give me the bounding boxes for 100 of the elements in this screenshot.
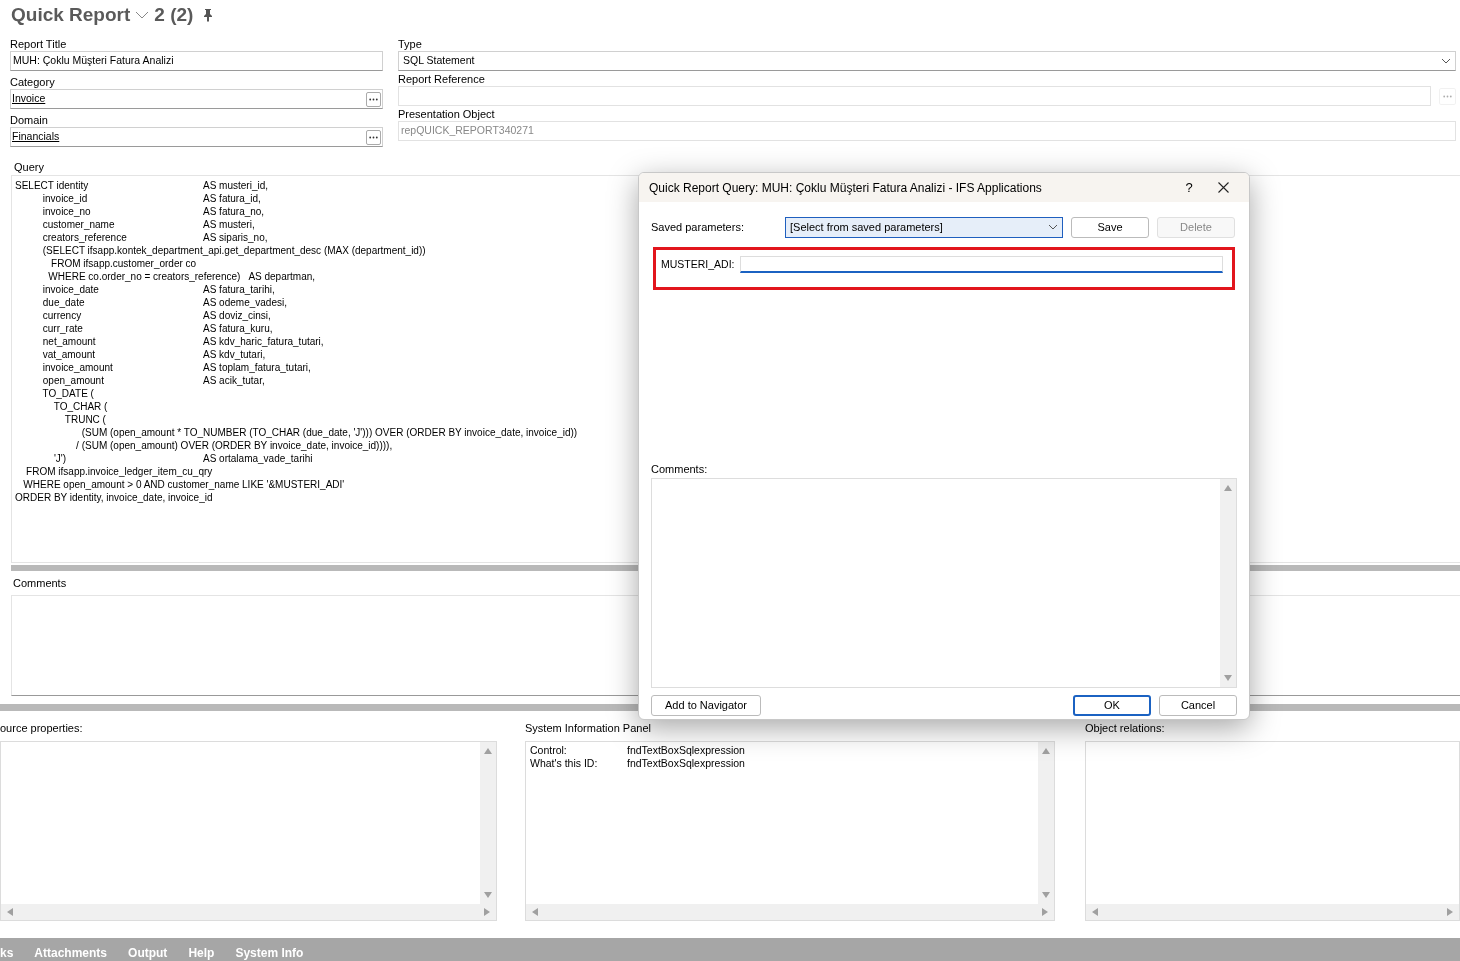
scroll-right-icon[interactable] — [1042, 908, 1048, 916]
close-icon[interactable] — [1218, 182, 1229, 193]
chevron-down-icon — [1441, 58, 1451, 64]
code-text: AS fatura_tarihi, — [203, 283, 275, 296]
ellipsis-icon — [369, 135, 378, 139]
code-text: (SUM (open_amount * TO_NUMBER (TO_CHAR (due_date, 'J'))) OVER (ORDER BY invoice_date, invoice_id)) — [80, 426, 578, 439]
scroll-up-icon[interactable] — [1042, 748, 1050, 754]
scroll-right-icon[interactable] — [484, 908, 490, 916]
comments-label: Comments: — [650, 462, 709, 476]
panel-label: Object relations: — [1085, 721, 1166, 736]
scrollbar[interactable] — [1086, 904, 1459, 920]
lookup-field[interactable]: Invoice — [10, 89, 383, 109]
info-key: Control: — [530, 744, 627, 757]
code-text: customer_name — [41, 218, 116, 231]
code-text: WHERE co.order_no = creators_reference) — [47, 270, 241, 283]
ellipsis-icon — [1443, 94, 1452, 98]
code-text: / (SUM (open_amount) OVER (ORDER BY invoice_date, invoice_id)))), — [75, 439, 393, 452]
field-label: Report Reference — [398, 72, 486, 86]
info-value: fndTextBoxSqlexpression — [627, 757, 745, 770]
dialog-button[interactable]: OK — [1073, 695, 1151, 716]
info-value: fndTextBoxSqlexpression — [627, 744, 745, 757]
code-text: AS fatura_kuru, — [203, 322, 273, 335]
code-text: AS musteri_id, — [203, 179, 269, 192]
scrollbar[interactable] — [1, 904, 496, 920]
info-key: What's this ID: — [530, 757, 627, 770]
type-dropdown[interactable]: SQL Statement — [398, 51, 1456, 71]
code-text: FROM ifsapp.invoice_ledger_item_cu_qry — [25, 465, 213, 478]
panel-label: System Information Panel — [525, 721, 652, 736]
ellipsis-icon — [369, 97, 378, 101]
code-text: AS fatura_id, — [203, 192, 261, 205]
pin-icon[interactable] — [202, 8, 215, 22]
comments-label: Comments — [12, 576, 68, 591]
code-text: FROM ifsapp.customer_order co — [50, 257, 197, 270]
scroll-left-icon[interactable] — [1092, 908, 1098, 916]
field-label: Category — [10, 75, 56, 89]
code-text: AS doviz_cinsi, — [203, 309, 271, 322]
record-count: 2 (2) — [154, 2, 194, 27]
code-text: AS musteri, — [203, 218, 255, 231]
parameter-field[interactable] — [739, 256, 1223, 273]
saved-parameters-label: Saved parameters: — [651, 219, 745, 235]
code-text: TRUNC ( — [63, 413, 107, 426]
scroll-down-icon[interactable] — [484, 892, 492, 898]
panel-label: ource properties: — [0, 721, 84, 736]
code-text: AS kdv_tutari, — [203, 348, 266, 361]
scrollbar[interactable] — [1038, 742, 1054, 904]
code-text: AS acik_tutar, — [203, 374, 265, 387]
field-label: Type — [398, 37, 423, 51]
scrollbar[interactable] — [480, 742, 496, 904]
code-text: invoice_date — [41, 283, 100, 296]
scrollbar[interactable] — [526, 904, 1054, 920]
code-text: AS odeme_vadesi, — [203, 296, 287, 309]
scroll-left-icon[interactable] — [532, 908, 538, 916]
code-text: AS toplam_fatura_tutari, — [203, 361, 311, 374]
scroll-down-icon[interactable] — [1224, 675, 1232, 681]
code-text: invoice_id — [41, 192, 89, 205]
dialog-button[interactable]: Add to Navigator — [651, 695, 761, 716]
code-text: SELECT identity — [15, 179, 90, 192]
code-text: AS fatura_no, — [203, 205, 265, 218]
scroll-right-icon[interactable] — [1447, 908, 1453, 916]
code-text: invoice_no — [41, 205, 92, 218]
saved-parameters-dropdown[interactable]: [Select from saved parameters] — [785, 216, 1063, 238]
scrollbar[interactable] — [1220, 479, 1236, 687]
code-text: creators_reference — [41, 231, 128, 244]
code-text: AS kdv_haric_fatura_tutari, — [203, 335, 324, 348]
code-text: (SELECT ifsapp.kontek_department_api.get_department_desc (MAX (department_id)) — [41, 244, 426, 257]
help-button[interactable]: ? — [1166, 177, 1212, 198]
code-text: TO_DATE ( — [41, 387, 95, 400]
code-text: AS siparis_no, — [203, 231, 268, 244]
code-text: ORDER BY identity, invoice_date, invoice_id — [15, 491, 213, 504]
scroll-left-icon[interactable] — [7, 908, 13, 916]
code-text: 'J') — [52, 452, 68, 465]
scroll-up-icon[interactable] — [484, 748, 492, 754]
code-text: vat_amount — [41, 348, 97, 361]
parameter-label: MUSTERI_ADI: — [661, 257, 735, 272]
code-text: AS departman, — [248, 270, 316, 283]
lookup-button[interactable] — [366, 91, 381, 107]
dialog-button[interactable]: Save — [1071, 216, 1149, 238]
scroll-up-icon[interactable] — [1224, 485, 1232, 491]
lookup-button[interactable] — [366, 129, 381, 145]
code-text: currency — [41, 309, 83, 322]
lookup-field[interactable]: Financials — [10, 127, 383, 147]
dialog-button[interactable]: Cancel — [1159, 695, 1237, 716]
query-label: Query — [13, 160, 45, 175]
code-text: WHERE open_amount > 0 AND customer_name LIKE '&MUSTERI_ADI' — [22, 478, 345, 491]
code-text: net_amount — [41, 335, 97, 348]
field-label: Report Title — [10, 37, 68, 51]
dialog-comments-field[interactable] — [651, 478, 1237, 688]
code-text: invoice_amount — [41, 361, 114, 374]
text-field[interactable]: MUH: Çoklu Müşteri Fatura Analizi — [10, 51, 383, 71]
code-text: AS ortalama_vade_tarihi — [203, 452, 313, 465]
code-text: curr_rate — [41, 322, 84, 335]
scroll-down-icon[interactable] — [1042, 892, 1050, 898]
code-text: open_amount — [41, 374, 105, 387]
field-label: Domain — [10, 113, 49, 127]
code-text: TO_CHAR ( — [52, 400, 109, 413]
page-title: Quick Report — [11, 2, 131, 27]
chevron-down-icon[interactable] — [135, 11, 150, 19]
field-label: Presentation Object — [398, 107, 496, 121]
code-text: due_date — [41, 296, 86, 309]
dialog-title: Quick Report Query: MUH: Çoklu Müşteri Fatura Analizi - IFS Applications — [649, 179, 1043, 197]
